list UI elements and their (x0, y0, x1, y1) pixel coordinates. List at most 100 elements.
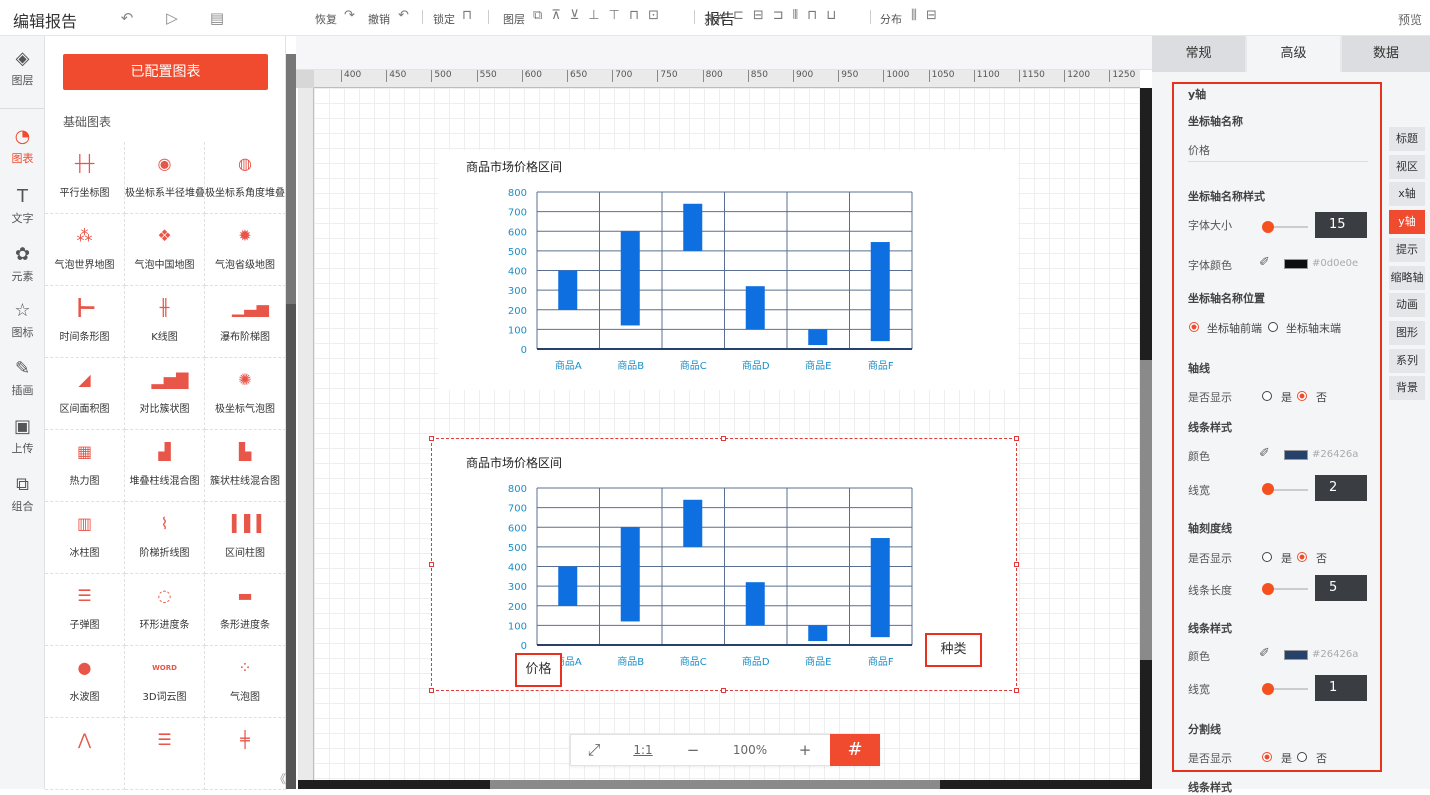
resize-handle[interactable] (429, 436, 434, 441)
resize-handle[interactable] (721, 436, 726, 441)
eyedropper-icon[interactable]: ✐ (1259, 446, 1270, 461)
zoom-in-button[interactable]: + (782, 735, 828, 765)
undo-icon[interactable]: ↶ (398, 8, 409, 23)
chart-type-item[interactable]: ☰ 子弹图 (45, 574, 125, 646)
distribute-icons[interactable]: ⫼⊟ (911, 8, 946, 23)
chart-type-item[interactable]: ▁▃▅ 瀑布阶梯图 (205, 286, 286, 358)
chart-type-item[interactable]: ❖ 气泡中国地图 (125, 214, 205, 286)
chart-type-item[interactable]: ▥ 冰柱图 (45, 502, 125, 574)
radio-position-front[interactable] (1189, 322, 1199, 332)
align-icons[interactable]: ⊏⊟⊐⫴⊓⊔ (733, 8, 845, 23)
chart-type-item[interactable]: ┣━ 时间条形图 (45, 286, 125, 358)
chart-type-item[interactable]: ● 水波图 (45, 646, 125, 718)
fit-screen-icon[interactable]: ⤢ (571, 735, 617, 765)
chart-type-item[interactable]: ╫ K线图 (125, 286, 205, 358)
chart-type-item[interactable]: ▍▌▍ 区间柱图 (205, 502, 286, 574)
chart-type-item[interactable]: ▟ 堆叠柱线混合图 (125, 430, 205, 502)
play-icon[interactable]: ▷ (163, 9, 181, 27)
radio-split-no[interactable] (1297, 752, 1307, 762)
side-tab-6[interactable]: 动画 (1389, 293, 1425, 318)
side-tab-2[interactable]: x轴 (1389, 182, 1425, 207)
nav-star[interactable]: ☆ 图标 (0, 292, 45, 348)
tick-width-slider-knob[interactable] (1262, 683, 1274, 695)
chart-type-item[interactable]: ◢ 区间面积图 (45, 358, 125, 430)
chart-type-item[interactable]: ☰ (125, 718, 205, 790)
chart-type-item[interactable]: ▦ 热力图 (45, 430, 125, 502)
chart-type-item[interactable]: ⌇ 阶梯折线图 (125, 502, 205, 574)
side-tab-8[interactable]: 系列 (1389, 348, 1425, 373)
nav-shapes[interactable]: ✿ 元素 (0, 236, 45, 292)
nav-layers[interactable]: ◈ 图层 (0, 40, 45, 96)
font-color-swatch[interactable] (1284, 259, 1308, 269)
side-tab-7[interactable]: 图形 (1389, 320, 1425, 345)
radio-axis-line-no[interactable] (1297, 391, 1307, 401)
tick-length-value[interactable]: 5 (1315, 575, 1367, 601)
lock-button[interactable]: 锁定 (433, 11, 455, 27)
tick-color-swatch[interactable] (1284, 650, 1308, 660)
chart-type-item[interactable]: WORD 3D词云图 (125, 646, 205, 718)
radio-axis-line-yes[interactable] (1262, 391, 1272, 401)
axis-color-swatch[interactable] (1284, 450, 1308, 460)
side-tab-5[interactable]: 缩略轴 (1389, 265, 1425, 290)
chart-type-item[interactable]: ◌ 环形进度条 (125, 574, 205, 646)
eyedropper-icon[interactable]: ✐ (1259, 646, 1270, 661)
collapse-panel-icon[interactable]: 《 (274, 770, 286, 787)
chart-type-item[interactable]: ✹ 气泡省级地图 (205, 214, 286, 286)
panel-scroll-thumb[interactable] (286, 54, 296, 304)
grid-toggle-button[interactable]: # (830, 734, 880, 766)
tab-general[interactable]: 常规 (1152, 36, 1245, 72)
chart-type-item[interactable]: ▬ 条形进度条 (205, 574, 286, 646)
tick-width-value[interactable]: 1 (1315, 675, 1367, 701)
preview-button[interactable]: 预览 (1398, 11, 1422, 28)
redo-icon[interactable]: ↷ (344, 8, 355, 23)
font-size-slider-knob[interactable] (1262, 221, 1274, 233)
chart-svg-2[interactable]: 8007006005004003002001000商品A 商品B 商品C 商品D 商品E… (500, 476, 930, 676)
redo-button[interactable]: 恢复 (315, 11, 337, 27)
chart-type-item[interactable]: ⁘ 气泡图 (205, 646, 286, 718)
radio-tick-yes[interactable] (1262, 552, 1272, 562)
chart-type-item[interactable]: ✺ 极坐标气泡图 (205, 358, 286, 430)
save-icon[interactable]: ▤ (208, 9, 226, 27)
side-tab-4[interactable]: 提示 (1389, 237, 1425, 262)
chart-type-item[interactable]: ◍ 极坐标系角度堆叠 (205, 142, 286, 214)
resize-handle[interactable] (1014, 688, 1019, 693)
radio-split-yes[interactable] (1262, 752, 1272, 762)
actual-size-button[interactable]: 1:1 (620, 735, 666, 765)
tick-length-slider-knob[interactable] (1262, 583, 1274, 595)
resize-handle[interactable] (429, 562, 434, 567)
side-tab-9[interactable]: 背景 (1389, 376, 1425, 401)
font-size-value[interactable]: 15 (1315, 212, 1367, 238)
nav-image-upload[interactable]: ▣ 上传 (0, 408, 45, 464)
chart-type-item[interactable]: ┼┼ 平行坐标图 (45, 142, 125, 214)
chart-type-item[interactable]: ◉ 极坐标系半径堆叠 (125, 142, 205, 214)
chart-svg-1[interactable]: 800 700 600 500 400 300 200 100 0 商品A 商品B 商品C 商品D 商品E… (500, 180, 930, 380)
resize-handle[interactable] (721, 688, 726, 693)
chart-type-item[interactable]: ⁂ 气泡世界地图 (45, 214, 125, 286)
nav-palette[interactable]: ✎ 插画 (0, 350, 45, 406)
resize-handle[interactable] (1014, 436, 1019, 441)
canvas-vertical-thumb[interactable] (1140, 360, 1152, 660)
eyedropper-icon[interactable]: ✐ (1259, 255, 1270, 270)
nav-group[interactable]: ⧉ 组合 (0, 466, 45, 522)
chart-type-item[interactable]: ⋀ (45, 718, 125, 790)
tab-data[interactable]: 数据 (1342, 36, 1430, 72)
chart-type-item[interactable]: ▙ 簇状柱线混合图 (205, 430, 286, 502)
canvas-horizontal-thumb[interactable] (490, 780, 940, 789)
tab-advanced[interactable]: 高级 (1247, 36, 1340, 72)
side-tab-1[interactable]: 视区 (1389, 154, 1425, 179)
radio-position-end[interactable] (1268, 322, 1278, 332)
radio-tick-no[interactable] (1297, 552, 1307, 562)
resize-handle[interactable] (1014, 562, 1019, 567)
chart-type-item[interactable]: ▂▅▇ 对比簇状图 (125, 358, 205, 430)
side-tab-3[interactable]: y轴 (1389, 210, 1425, 235)
nav-chart-pie[interactable]: ◔ 图表 (0, 118, 45, 174)
axis-width-value[interactable]: 2 (1315, 475, 1367, 501)
configured-charts-button[interactable]: 已配置图表 (63, 54, 268, 90)
axis-width-slider-knob[interactable] (1262, 483, 1274, 495)
side-tab-0[interactable]: 标题 (1389, 127, 1425, 151)
axis-name-input[interactable]: 价格 (1188, 142, 1368, 162)
layer-order-icons[interactable]: ⧉⊼⊻⊥⊤⊓⊡ (533, 8, 668, 23)
lock-icon[interactable]: ⊓ (462, 8, 472, 23)
back-icon[interactable]: ↶ (118, 9, 136, 27)
nav-text[interactable]: T 文字 (0, 178, 45, 234)
